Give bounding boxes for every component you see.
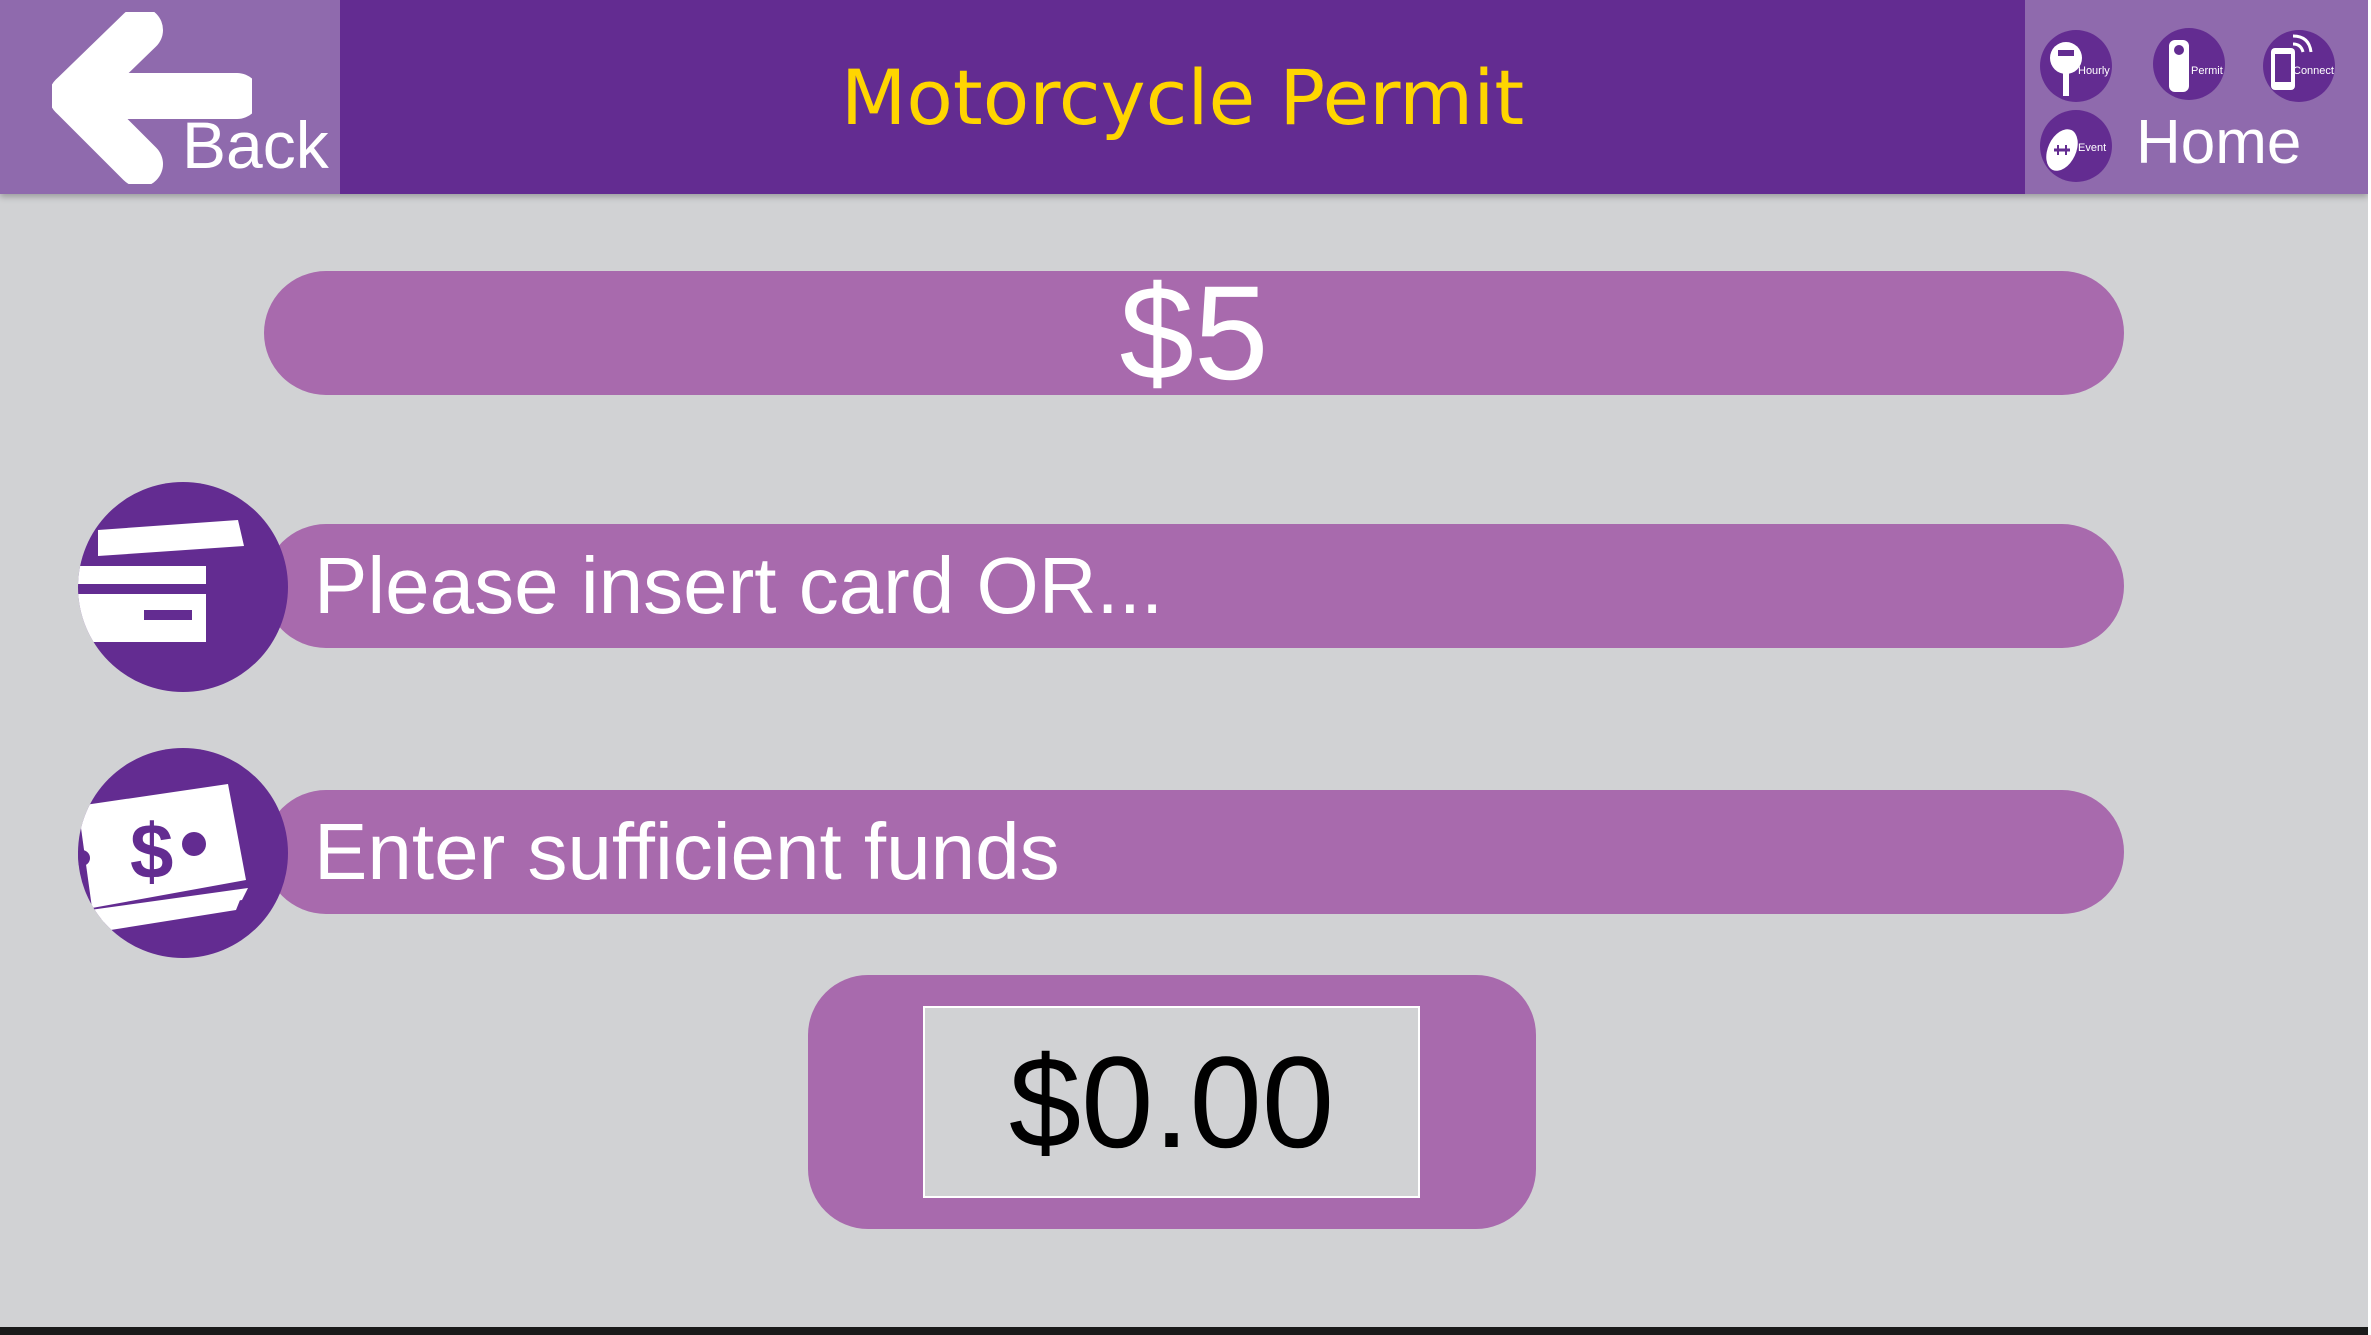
cash-bill-icon: $	[78, 784, 248, 932]
cash-payment-option[interactable]: Enter sufficient funds	[264, 790, 2124, 914]
hourly-button[interactable]: Hourly	[2040, 30, 2112, 102]
home-button[interactable]: Home	[2136, 112, 2301, 174]
bottom-border	[0, 1327, 2371, 1335]
connect-button[interactable]: Connect	[2263, 30, 2335, 102]
page-title: Motorcycle Permit	[840, 52, 1525, 142]
hang-tag-icon	[2169, 40, 2189, 92]
card-prompt: Please insert card OR...	[314, 541, 1164, 630]
permit-button[interactable]: Permit	[2153, 28, 2225, 100]
amount-entered-field: $0.00	[923, 1006, 1420, 1198]
header-bar: Back Motorcycle Permit Hourly Permit Con…	[0, 0, 2368, 194]
permit-label: Permit	[2191, 65, 2223, 77]
card-payment-option[interactable]: Please insert card OR...	[264, 524, 2124, 648]
connect-label: Connect	[2293, 65, 2334, 77]
price-amount: $5	[1119, 258, 1269, 408]
event-button[interactable]: Event	[2040, 110, 2112, 182]
event-label: Event	[2078, 142, 2107, 154]
kiosk-screen: Back Motorcycle Permit Hourly Permit Con…	[0, 0, 2371, 1335]
credit-card-icon	[78, 520, 244, 642]
credit-card-button[interactable]	[78, 482, 288, 692]
back-button[interactable]: Back	[0, 0, 340, 194]
hourly-label: Hourly	[2078, 65, 2110, 77]
price-display: $5	[264, 258, 2124, 408]
cash-prompt: Enter sufficient funds	[314, 807, 1060, 896]
cash-button[interactable]: $	[78, 748, 288, 958]
back-label: Back	[182, 108, 329, 182]
svg-text:$: $	[130, 807, 173, 895]
